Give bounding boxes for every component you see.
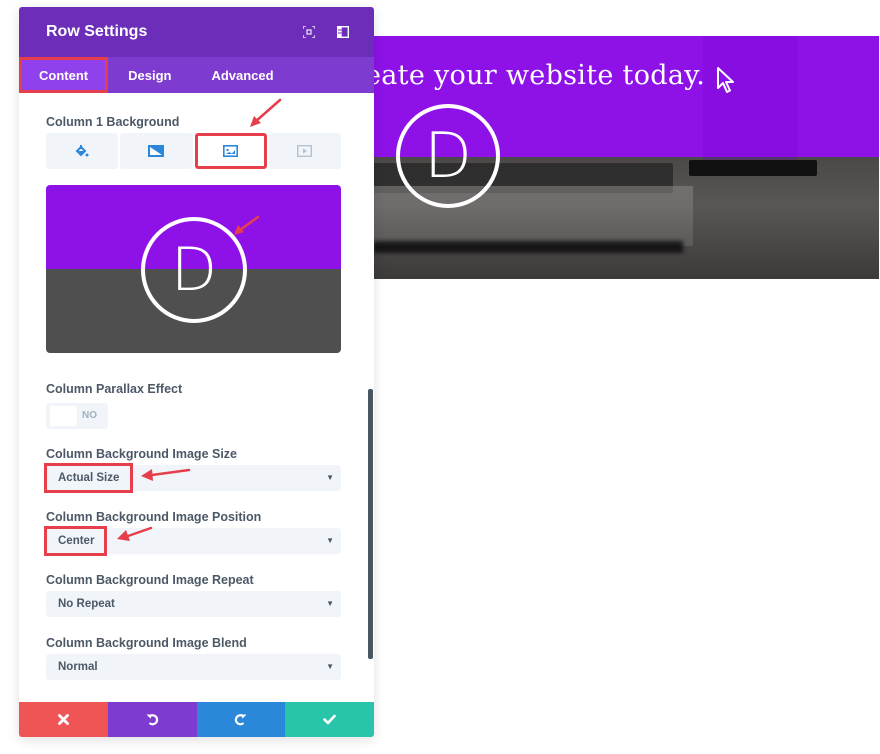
paint-bucket-icon (75, 144, 89, 156)
preview-cup-shape (703, 36, 798, 176)
image-repeat-value: No Repeat (58, 598, 115, 610)
tab-advanced[interactable]: Advanced (191, 57, 293, 93)
discard-button[interactable] (19, 702, 108, 737)
modal-tabs: Content Design Advanced (19, 57, 374, 93)
gradient-icon (148, 145, 165, 157)
modal-body: Column 1 Background D Column Parallax Ef… (19, 93, 374, 693)
chevron-down-icon: ▼ (326, 473, 334, 482)
modal-footer (19, 702, 374, 737)
row-settings-modal: Row Settings Content Design Advanced Col… (19, 7, 374, 737)
background-image-preview[interactable]: D (46, 185, 341, 353)
toggle-knob (50, 406, 77, 426)
bg-tab-gradient[interactable] (120, 133, 193, 169)
chevron-down-icon: ▼ (326, 599, 334, 608)
modal-header[interactable]: Row Settings (19, 7, 374, 57)
image-position-label: Column Background Image Position (46, 510, 262, 524)
redo-icon (235, 714, 247, 726)
preview-headline: eate your website today. (373, 60, 706, 91)
bg-tab-color[interactable] (46, 133, 119, 169)
page-preview-section[interactable]: eate your website today. D (373, 36, 879, 279)
check-icon (323, 714, 336, 725)
image-position-select[interactable]: Center ▼ (44, 526, 341, 556)
tab-design[interactable]: Design (108, 57, 191, 93)
tab-content[interactable]: Content (19, 57, 109, 93)
toggle-state: NO (82, 410, 97, 421)
image-repeat-select[interactable]: No Repeat ▼ (46, 591, 341, 617)
redo-button[interactable] (196, 702, 286, 737)
image-blend-value: Normal (58, 661, 98, 673)
preview-logo: D (396, 104, 500, 208)
mouse-cursor-icon (717, 67, 734, 93)
fullscreen-icon[interactable] (303, 26, 315, 38)
image-size-label: Column Background Image Size (46, 447, 238, 461)
highlight-box (44, 526, 107, 556)
image-icon (223, 145, 239, 157)
image-blend-select[interactable]: Normal ▼ (46, 654, 341, 680)
image-size-select[interactable]: Actual Size ▼ (44, 463, 341, 493)
sidebar-layout-icon[interactable] (337, 26, 349, 38)
parallax-toggle[interactable]: NO (46, 403, 108, 429)
preview-phone (689, 160, 817, 176)
background-type-tabs (46, 133, 341, 169)
scrollbar[interactable] (368, 389, 373, 659)
image-preview-logo: D (141, 217, 247, 323)
parallax-label: Column Parallax Effect (46, 382, 183, 396)
image-blend-label: Column Background Image Blend (46, 636, 247, 650)
undo-icon (146, 714, 158, 726)
stage: eate your website today. D Row Settings … (0, 0, 880, 754)
chevron-down-icon: ▼ (326, 662, 334, 671)
video-icon (297, 145, 313, 157)
image-preview-logo-letter: D (170, 235, 218, 305)
undo-button[interactable] (107, 702, 197, 737)
chevron-down-icon: ▼ (326, 536, 334, 545)
highlight-box (44, 463, 133, 493)
save-button[interactable] (285, 702, 374, 737)
image-repeat-label: Column Background Image Repeat (46, 573, 254, 587)
modal-title: Row Settings (46, 23, 148, 40)
preview-laptop-edge (373, 241, 683, 253)
close-icon (57, 714, 69, 725)
bg-tab-video[interactable] (268, 133, 341, 169)
bg-tab-image[interactable] (194, 133, 267, 169)
preview-logo-letter: D (424, 119, 472, 192)
background-label: Column 1 Background (46, 115, 180, 129)
